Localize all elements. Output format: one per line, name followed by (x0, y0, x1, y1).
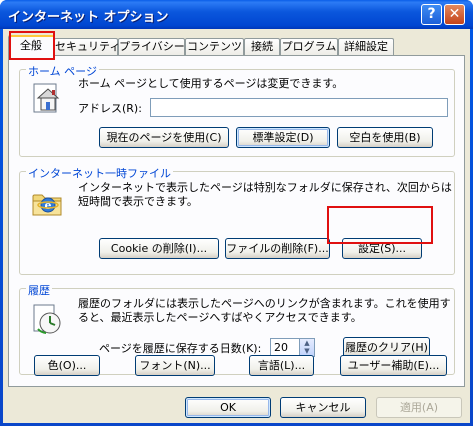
tab-connections[interactable]: 接続 (244, 38, 280, 56)
temp-files-group: インターネット一時ファイル e インターネットで表示したページは特別なフォルダに… (19, 165, 455, 275)
apply-button[interactable]: 適用(A) (376, 397, 462, 418)
svg-text:e: e (45, 199, 52, 212)
history-icon (33, 304, 61, 334)
home-page-description: ホーム ページとして使用するページは変更できます。 (78, 77, 344, 90)
ok-button[interactable]: OK (185, 397, 271, 418)
tab-content[interactable]: コンテンツ (185, 38, 244, 56)
help-button[interactable]: ? (421, 4, 442, 25)
temp-files-description-line1: インターネットで表示したページは特別なフォルダに保存され、次回からは (78, 181, 452, 194)
close-button[interactable]: ✕ (444, 4, 465, 25)
colors-button[interactable]: 色(O)... (34, 355, 100, 376)
history-group-title: 履歴 (26, 282, 52, 298)
languages-button[interactable]: 言語(L)... (249, 355, 314, 376)
tab-security[interactable]: セキュリティ (54, 38, 120, 56)
title-bar[interactable]: インターネット オプション ? ✕ (0, 0, 473, 29)
accessibility-button[interactable]: ユーザー補助(E)... (340, 355, 447, 376)
tab-privacy[interactable]: プライバシー (118, 38, 185, 56)
history-days-label: ページを履歴に保存する日数(K): (99, 342, 262, 355)
tab-general[interactable]: 全般 (8, 35, 54, 57)
temp-files-description-line2: 短時間で表示できます。 (78, 195, 198, 208)
window-title: インターネット オプション (8, 10, 169, 25)
use-blank-button[interactable]: 空白を使用(B) (337, 127, 433, 148)
temp-files-group-title: インターネット一時ファイル (26, 165, 173, 181)
delete-files-button[interactable]: ファイルの削除(F)... (225, 238, 330, 259)
home-page-group: ホーム ページ ホーム ページとして使用するページは変更できます。 アドレス(R… (19, 63, 455, 157)
cancel-button[interactable]: キャンセル (280, 397, 366, 418)
history-description: 履歴のフォルダには表示したページへのリンクが含まれます。これを使用す ると、最近… (78, 297, 451, 325)
dialog-body: 全般 セキュリティ プライバシー コンテンツ 接続 プログラム 詳細設定 ホーム… (3, 29, 470, 423)
tab-advanced[interactable]: 詳細設定 (338, 38, 394, 56)
fonts-button[interactable]: フォント(N)... (135, 355, 215, 376)
address-input[interactable] (150, 98, 448, 117)
temp-files-description: インターネットで表示したページは特別なフォルダに保存され、次回からは 短時間で表… (78, 181, 452, 209)
history-description-line1: 履歴のフォルダには表示したページへのリンクが含まれます。これを使用す (78, 297, 451, 310)
use-current-button[interactable]: 現在のページを使用(C) (99, 127, 229, 148)
use-default-button[interactable]: 標準設定(D) (236, 127, 330, 148)
general-tab-panel: ホーム ページ ホーム ページとして使用するページは変更できます。 アドレス(R… (8, 55, 465, 387)
temp-files-folder-icon: e (32, 194, 62, 216)
temp-files-settings-button[interactable]: 設定(S)... (342, 238, 422, 259)
home-icon (33, 83, 60, 113)
history-description-line2: ると、最近表示したページへすばやくアクセスできます。 (78, 311, 362, 324)
tab-programs[interactable]: プログラム (280, 38, 338, 56)
internet-options-window: インターネット オプション ? ✕ 全般 セキュリティ プライバシー コンテンツ… (0, 0, 473, 426)
delete-cookies-button[interactable]: Cookie の削除(I)... (99, 238, 219, 259)
address-label: アドレス(R): (78, 102, 142, 115)
